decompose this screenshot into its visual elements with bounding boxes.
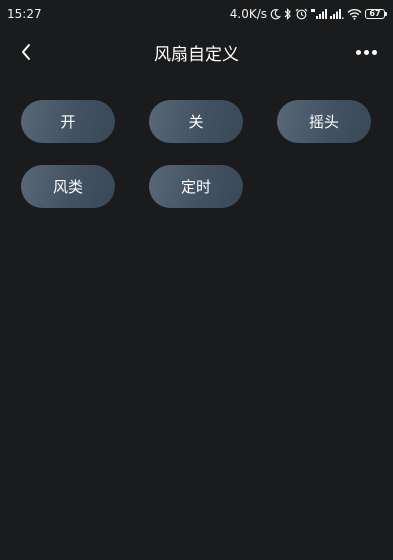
page-title: 风扇自定义 [154, 45, 239, 65]
power-off-button[interactable]: 关 [149, 100, 243, 143]
status-bar: 15:27 4.0K/s 67 [0, 0, 393, 28]
header-bar: 风扇自定义 [0, 28, 393, 76]
battery-cap [385, 12, 387, 16]
signal-icon [330, 8, 344, 20]
wifi-icon [347, 8, 362, 20]
battery-icon: 67 [365, 9, 387, 19]
alarm-icon [295, 8, 308, 20]
wind-type-button[interactable]: 风类 [21, 165, 115, 208]
more-dot-icon [371, 49, 377, 55]
battery-level: 67 [365, 9, 385, 19]
more-dot-icon [363, 49, 369, 55]
more-options-button[interactable] [353, 40, 379, 64]
timer-button[interactable]: 定时 [149, 165, 243, 208]
oscillate-button[interactable]: 摇头 [277, 100, 371, 143]
network-speed: 4.0K/s [229, 7, 267, 21]
power-on-button[interactable]: 开 [21, 100, 115, 143]
signal-hd-icon [311, 8, 327, 20]
status-time: 15:27 [7, 7, 42, 21]
more-dot-icon [355, 49, 361, 55]
moon-icon [270, 8, 281, 20]
bluetooth-icon [284, 8, 292, 20]
status-icons: 4.0K/s 67 [230, 7, 387, 21]
